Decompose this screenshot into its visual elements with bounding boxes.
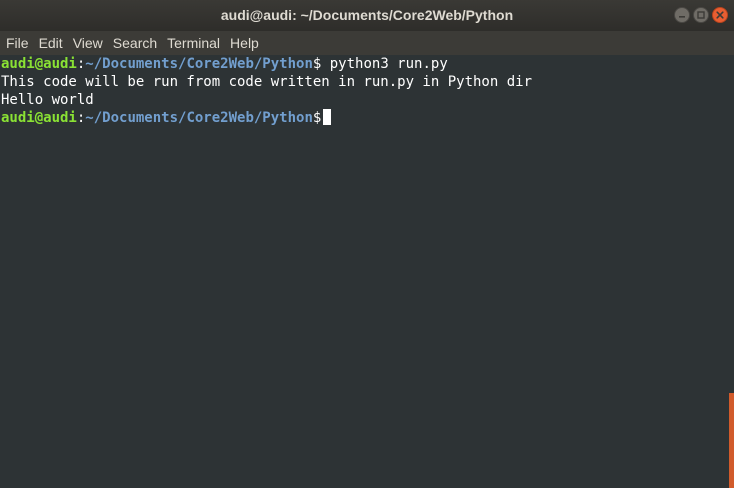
scrollbar-thumb[interactable]: [729, 393, 734, 488]
window-title: audi@audi: ~/Documents/Core2Web/Python: [220, 7, 514, 23]
prompt-dollar: $: [312, 110, 322, 126]
minimize-button[interactable]: [674, 7, 690, 23]
prompt-user: audi@audi: [1, 56, 77, 72]
close-icon: [716, 11, 724, 19]
command-line: audi@audi:~/Documents/Core2Web/Python$ p…: [0, 55, 729, 73]
scrollbar-track[interactable]: [729, 55, 734, 488]
maximize-button[interactable]: [693, 7, 709, 23]
terminal-window: audi@audi: ~/Documents/Core2Web/Python F…: [0, 0, 734, 488]
prompt-path: ~/Documents/Core2Web/Python: [85, 110, 313, 126]
minimize-icon: [679, 16, 685, 18]
title-bar[interactable]: audi@audi: ~/Documents/Core2Web/Python: [0, 0, 734, 31]
menu-bar: File Edit View Search Terminal Help: [0, 31, 734, 55]
menu-view[interactable]: View: [68, 31, 108, 55]
output-line: Hello world: [1, 92, 94, 108]
output-line: This code will be run from code written …: [1, 74, 533, 90]
prompt-path: ~/Documents/Core2Web/Python: [85, 56, 313, 72]
menu-search[interactable]: Search: [108, 31, 162, 55]
window-controls: [674, 7, 728, 23]
text-cursor: [323, 109, 332, 125]
menu-help[interactable]: Help: [225, 31, 264, 55]
menu-file[interactable]: File: [1, 31, 34, 55]
active-prompt-line: audi@audi:~/Documents/Core2Web/Python$: [0, 109, 729, 127]
menu-edit[interactable]: Edit: [34, 31, 68, 55]
menu-terminal[interactable]: Terminal: [162, 31, 225, 55]
close-button[interactable]: [712, 7, 728, 23]
prompt-user: audi@audi: [1, 110, 77, 126]
maximize-icon: [697, 11, 705, 19]
terminal-area[interactable]: audi@audi:~/Documents/Core2Web/Python$ p…: [0, 55, 729, 488]
command-text: python3 run.py: [321, 56, 448, 72]
